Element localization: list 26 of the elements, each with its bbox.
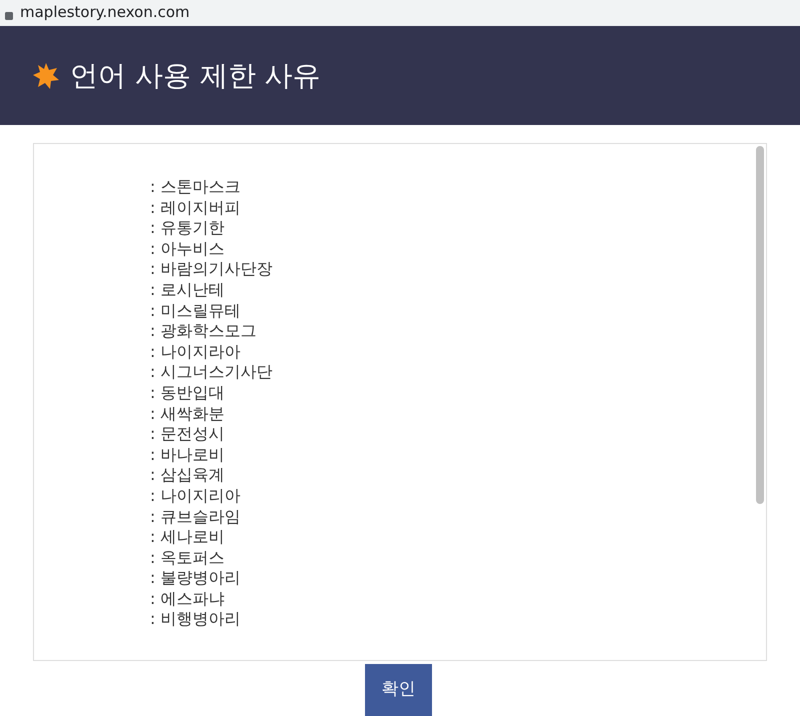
reason-item: : 스톤마스크 [150, 177, 242, 198]
reason-item: : 에스파냐 [150, 588, 226, 610]
reason-item: : 문전성시 [150, 424, 226, 445]
reason-item: : 큐브슬라임 [150, 506, 242, 528]
scrollbar-thumb[interactable] [756, 146, 764, 504]
reason-item: : 바람의기사단장 [150, 259, 274, 280]
reason-item: : 옥토퍼스 [150, 548, 226, 568]
reason-item: : 나이지라아 [150, 342, 242, 362]
confirm-button[interactable]: 확인 [365, 664, 432, 716]
reason-item: : 나이지리아 [150, 486, 242, 506]
reason-item: : 바나로비 [150, 444, 226, 466]
reason-item: : 로시난테 [150, 280, 226, 301]
reason-item: : 미스릴뮤테 [150, 300, 242, 322]
reason-item: : 불량병아리 [150, 568, 242, 589]
reason-item: : 새싹화분 [150, 404, 226, 424]
reason-item: : 세나로비 [150, 527, 226, 548]
url-text[interactable]: maplestory.nexon.com [20, 5, 190, 20]
reason-item: : 레이지버피 [150, 198, 242, 218]
reason-item: : 비행병아리 [150, 609, 242, 630]
reason-item: : 광화학스모그 [150, 321, 258, 342]
reason-item: : 시그너스기사단 [150, 362, 274, 383]
reason-item: : 삼십육계 [150, 465, 226, 486]
page-title: 언어 사용 제한 사유 [70, 58, 321, 94]
reason-item: : 유통기한 [150, 218, 226, 239]
reason-item: : 동반입대 [150, 382, 226, 404]
reason-item: : 아누비스 [150, 238, 226, 260]
